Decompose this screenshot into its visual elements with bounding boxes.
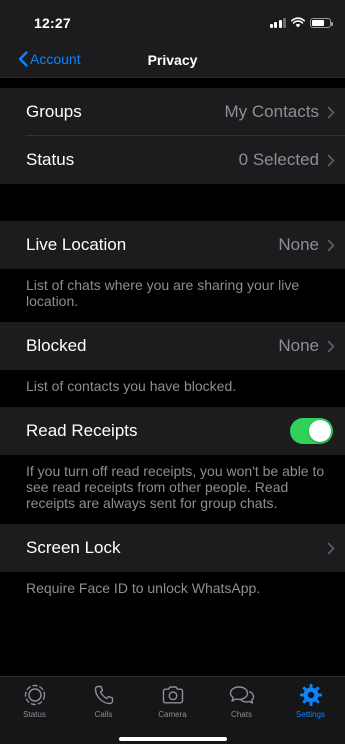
screen-lock-row[interactable]: Screen Lock xyxy=(0,524,345,572)
tab-chats[interactable]: Chats xyxy=(207,677,276,723)
tab-settings-label: Settings xyxy=(296,710,325,719)
status-label: Status xyxy=(26,150,75,169)
screen-lock-footer: Require Face ID to unlock WhatsApp. xyxy=(0,572,345,609)
phone-icon xyxy=(93,682,115,708)
chat-bubbles-icon xyxy=(229,682,255,708)
tab-settings[interactable]: Settings xyxy=(276,677,345,723)
privacy-settings-list[interactable]: Groups My Contacts Status 0 Selected Liv… xyxy=(0,79,345,676)
read-receipts-footer: If you turn off read receipts, you won't… xyxy=(0,455,345,524)
chevron-right-icon xyxy=(327,154,335,167)
groups-row[interactable]: Groups My Contacts xyxy=(0,88,345,136)
tab-camera-label: Camera xyxy=(158,710,187,719)
blocked-footer: List of contacts you have blocked. xyxy=(0,370,345,407)
live-location-footer: List of chats where you are sharing your… xyxy=(0,269,345,322)
status-bar: 12:27 xyxy=(0,0,345,46)
screen-lock-label: Screen Lock xyxy=(26,538,121,557)
tab-chats-label: Chats xyxy=(231,710,252,719)
camera-icon xyxy=(161,682,185,708)
chevron-right-icon xyxy=(327,542,335,555)
cellular-signal-icon xyxy=(269,17,286,28)
status-time: 12:27 xyxy=(34,15,71,31)
chevron-right-icon xyxy=(327,106,335,119)
gear-icon xyxy=(299,682,323,708)
page-title: Privacy xyxy=(147,52,198,68)
status-row[interactable]: Status 0 Selected xyxy=(0,136,345,184)
status-icon xyxy=(24,682,46,708)
home-indicator[interactable] xyxy=(119,737,227,741)
groups-value: My Contacts xyxy=(224,102,319,121)
navigation-bar: Account Privacy xyxy=(0,46,345,78)
blocked-row[interactable]: Blocked None xyxy=(0,322,345,370)
battery-icon xyxy=(310,17,333,28)
wifi-icon xyxy=(291,17,305,28)
live-location-value: None xyxy=(278,235,319,254)
tab-camera[interactable]: Camera xyxy=(138,677,207,723)
tab-status[interactable]: Status xyxy=(0,677,69,723)
chevron-right-icon xyxy=(327,239,335,252)
tab-bar: Status Calls Camera Chats Settings xyxy=(0,676,345,744)
chevron-right-icon xyxy=(327,340,335,353)
tab-calls[interactable]: Calls xyxy=(69,677,138,723)
tab-calls-label: Calls xyxy=(94,710,113,719)
status-icons xyxy=(269,17,333,28)
live-location-label: Live Location xyxy=(26,235,127,254)
tab-status-label: Status xyxy=(23,710,46,719)
groups-label: Groups xyxy=(26,102,82,121)
blocked-value: None xyxy=(278,336,319,355)
read-receipts-label: Read Receipts xyxy=(26,421,138,440)
blocked-label: Blocked xyxy=(26,336,87,355)
read-receipts-row: Read Receipts xyxy=(0,407,345,455)
live-location-row[interactable]: Live Location None xyxy=(0,221,345,269)
read-receipts-toggle[interactable] xyxy=(290,418,333,444)
status-value: 0 Selected xyxy=(238,150,319,169)
